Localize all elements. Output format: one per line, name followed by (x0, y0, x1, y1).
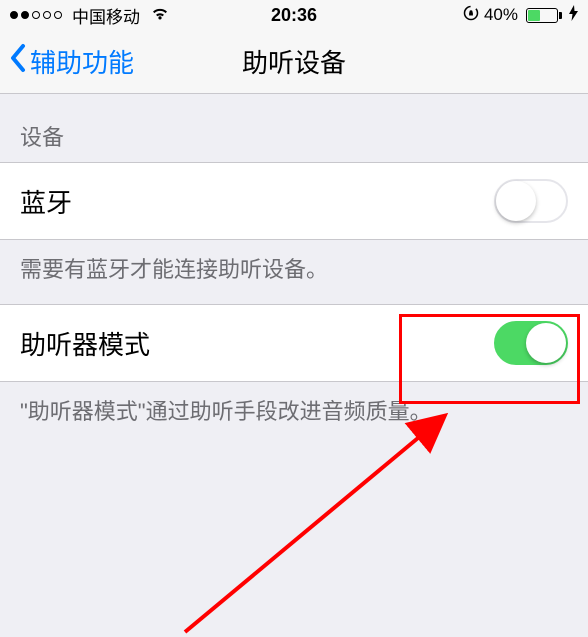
hearing-mode-cell: 助听器模式 (0, 304, 588, 382)
bluetooth-toggle[interactable] (494, 179, 568, 223)
back-label: 辅助功能 (30, 43, 134, 80)
nav-bar: 辅助功能 助听设备 (0, 30, 588, 94)
bluetooth-footer: 需要有蓝牙才能连接助听设备。 (0, 240, 588, 284)
hearing-mode-footer: "助听器模式"通过助听手段改进音频质量。 (0, 382, 588, 426)
section-header-devices: 设备 (0, 94, 588, 162)
status-left: 中国移动 (10, 3, 170, 28)
signal-strength-icon (10, 11, 62, 19)
orientation-lock-icon (463, 5, 479, 26)
back-button[interactable]: 辅助功能 (0, 43, 134, 80)
bluetooth-label: 蓝牙 (20, 183, 72, 220)
bluetooth-cell: 蓝牙 (0, 162, 588, 240)
status-right: 40% (463, 5, 578, 26)
screen: 中国移动 20:36 40% 辅助功能 助听设备 (0, 0, 588, 637)
battery-icon (523, 8, 562, 23)
wifi-icon (150, 5, 170, 26)
hearing-mode-label: 助听器模式 (20, 325, 150, 362)
status-bar: 中国移动 20:36 40% (0, 0, 588, 30)
chevron-left-icon (8, 43, 26, 80)
status-time: 20:36 (271, 5, 317, 26)
carrier-label: 中国移动 (72, 3, 140, 28)
page-title: 助听设备 (242, 43, 346, 80)
charging-icon (569, 5, 578, 26)
hearing-mode-toggle[interactable] (494, 321, 568, 365)
battery-percent: 40% (484, 5, 518, 25)
